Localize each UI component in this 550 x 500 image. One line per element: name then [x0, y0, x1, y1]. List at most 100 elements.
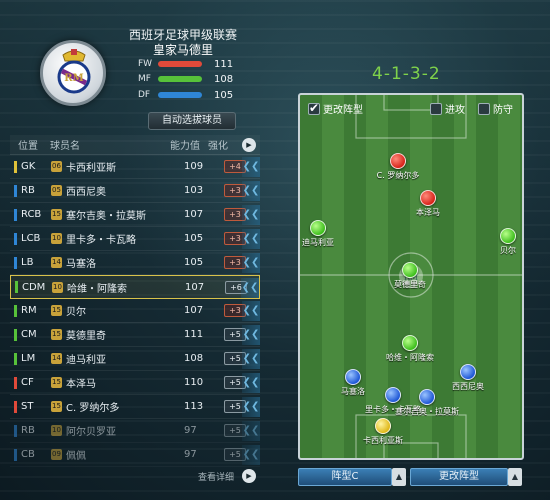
player-row[interactable]: CM 15 莫德里奇 111 +5 ❮❮	[10, 323, 260, 347]
player-marker[interactable]	[345, 369, 361, 385]
season-badge: 15	[51, 329, 62, 340]
pitch-player[interactable]: 西西尼奥	[428, 364, 508, 392]
pitch-player-name: 哈维・阿隆索	[386, 353, 434, 362]
arrow-up-icon[interactable]: ▲	[508, 468, 522, 486]
player-row[interactable]: RM 15 贝尔 107 +3 ❮❮	[10, 299, 260, 323]
player-position: ST	[21, 401, 34, 412]
stat-bar	[158, 76, 202, 82]
player-row[interactable]: CB 09 佩佩 97 +5 ❮❮	[10, 443, 260, 467]
player-row[interactable]: LB 14 马塞洛 105 +3 ❮❮	[10, 251, 260, 275]
player-name: 塞尔吉奥・拉莫斯	[66, 211, 146, 222]
player-rating: 110	[184, 377, 204, 388]
chevron-left-icon[interactable]: ❮❮	[242, 301, 260, 321]
player-marker[interactable]	[420, 190, 436, 206]
player-position: RM	[21, 305, 37, 316]
team-crest: RM	[40, 40, 106, 106]
pitch-player-name: 贝尔	[500, 246, 516, 255]
season-badge: 15	[51, 209, 62, 220]
position-color-strip	[14, 328, 17, 341]
chevron-left-icon[interactable]: ❮❮	[242, 325, 260, 345]
season-badge: 10	[51, 425, 62, 436]
player-row[interactable]: CF 15 本泽马 110 +5 ❮❮	[10, 371, 260, 395]
position-color-strip	[14, 448, 17, 461]
pitch-player[interactable]: 卡西利亚斯	[343, 418, 423, 446]
change-formation-toggle[interactable]: 更改阵型	[308, 101, 363, 116]
player-row[interactable]: CDM 10 哈维・阿隆索 107 +6 ❮❮	[10, 275, 260, 299]
player-rating: 107	[184, 305, 204, 316]
player-row[interactable]: RB 10 阿尔贝罗亚 97 +5 ❮❮	[10, 419, 260, 443]
header-rating: 能力值	[170, 141, 200, 152]
player-position: LCB	[21, 233, 41, 244]
formation-label: 4-1-3-2	[372, 64, 441, 84]
player-marker[interactable]	[419, 389, 435, 405]
change-formation-label: 更改阵型	[323, 105, 363, 116]
player-marker[interactable]	[310, 220, 326, 236]
player-row[interactable]: RB 05 西西尼奥 103 +3 ❮❮	[10, 179, 260, 203]
chevron-left-icon[interactable]: ❮❮	[242, 445, 260, 465]
player-rating: 107	[185, 281, 205, 293]
formation-select-button[interactable]: 阵型C	[298, 468, 392, 486]
chevron-left-icon[interactable]: ❮❮	[241, 278, 259, 298]
player-marker[interactable]	[402, 335, 418, 351]
stat-value: 105	[214, 89, 234, 101]
checkbox-icon[interactable]	[430, 102, 442, 115]
chevron-left-icon[interactable]: ❮❮	[242, 157, 260, 177]
player-row[interactable]: GK 06 卡西利亚斯 109 +4 ❮❮	[10, 155, 260, 179]
chevron-left-icon[interactable]: ❮❮	[242, 181, 260, 201]
player-row[interactable]: LM 14 迪马利亚 108 +5 ❮❮	[10, 347, 260, 371]
player-name: 马塞洛	[66, 259, 96, 270]
pitch-player[interactable]: 哈维・阿隆索	[370, 335, 450, 363]
stat-label: MF	[138, 74, 151, 84]
player-marker[interactable]	[390, 153, 406, 169]
player-name: 哈维・阿隆索	[67, 283, 127, 295]
player-row[interactable]: LCB 10 里卡多・卡瓦略 105 +3 ❮❮	[10, 227, 260, 251]
arrow-up-icon[interactable]: ▲	[392, 468, 406, 486]
header-name: 球员名	[50, 141, 80, 152]
stat-value: 108	[214, 73, 234, 85]
chevron-left-icon[interactable]: ❮❮	[242, 253, 260, 273]
player-row[interactable]: ST 15 C. 罗纳尔多 113 +5 ❮❮	[10, 395, 260, 419]
player-marker[interactable]	[375, 418, 391, 434]
pitch-player[interactable]: 贝尔	[468, 228, 522, 256]
player-marker[interactable]	[460, 364, 476, 380]
player-name: 卡西利亚斯	[66, 163, 116, 174]
player-position: RCB	[21, 209, 42, 220]
player-rating: 107	[184, 209, 204, 220]
stat-bar	[158, 92, 202, 98]
pitch-player[interactable]: 塞尔吉奥・拉莫斯	[387, 389, 467, 417]
real-madrid-crest-icon: RM	[57, 49, 91, 94]
player-row[interactable]: RCB 15 塞尔吉奥・拉莫斯 107 +3 ❮❮	[10, 203, 260, 227]
position-color-strip	[14, 352, 17, 365]
checkbox-icon[interactable]	[308, 101, 320, 115]
player-position: RB	[21, 425, 35, 436]
attack-toggle[interactable]: 进攻	[430, 101, 465, 116]
chevron-left-icon[interactable]: ❮❮	[242, 229, 260, 249]
player-name: 迪马利亚	[66, 355, 106, 366]
chevron-left-icon[interactable]: ❮❮	[242, 373, 260, 393]
pitch-player[interactable]: 迪马利亚	[300, 220, 358, 248]
season-badge: 09	[51, 449, 62, 460]
play-icon[interactable]: ▶	[242, 137, 256, 152]
change-formation-button[interactable]: 更改阵型	[410, 468, 508, 486]
view-detail-label[interactable]: 查看详细	[198, 470, 234, 483]
checkbox-icon[interactable]	[478, 102, 490, 115]
pitch-player[interactable]: 莫德里奇	[370, 262, 450, 290]
player-rating: 97	[184, 425, 197, 436]
player-marker[interactable]	[402, 262, 418, 278]
stat-df: DF 105	[138, 89, 233, 101]
auto-select-button[interactable]: 自动选拔球员	[148, 112, 236, 130]
player-position: GK	[21, 161, 36, 172]
defend-toggle[interactable]: 防守	[478, 101, 513, 116]
pitch-player-name: 卡西利亚斯	[363, 436, 403, 445]
player-rating: 103	[184, 185, 204, 196]
chevron-left-icon[interactable]: ❮❮	[242, 205, 260, 225]
player-rating: 108	[184, 353, 204, 364]
view-detail-play-icon[interactable]: ▶	[242, 469, 256, 483]
chevron-left-icon[interactable]: ❮❮	[242, 421, 260, 441]
chevron-left-icon[interactable]: ❮❮	[242, 349, 260, 369]
player-position: CB	[21, 449, 35, 460]
player-marker[interactable]	[500, 228, 516, 244]
pitch-player[interactable]: 本泽马	[388, 190, 468, 218]
pitch-player[interactable]: C. 罗纳尔多	[358, 153, 438, 181]
chevron-left-icon[interactable]: ❮❮	[242, 397, 260, 417]
